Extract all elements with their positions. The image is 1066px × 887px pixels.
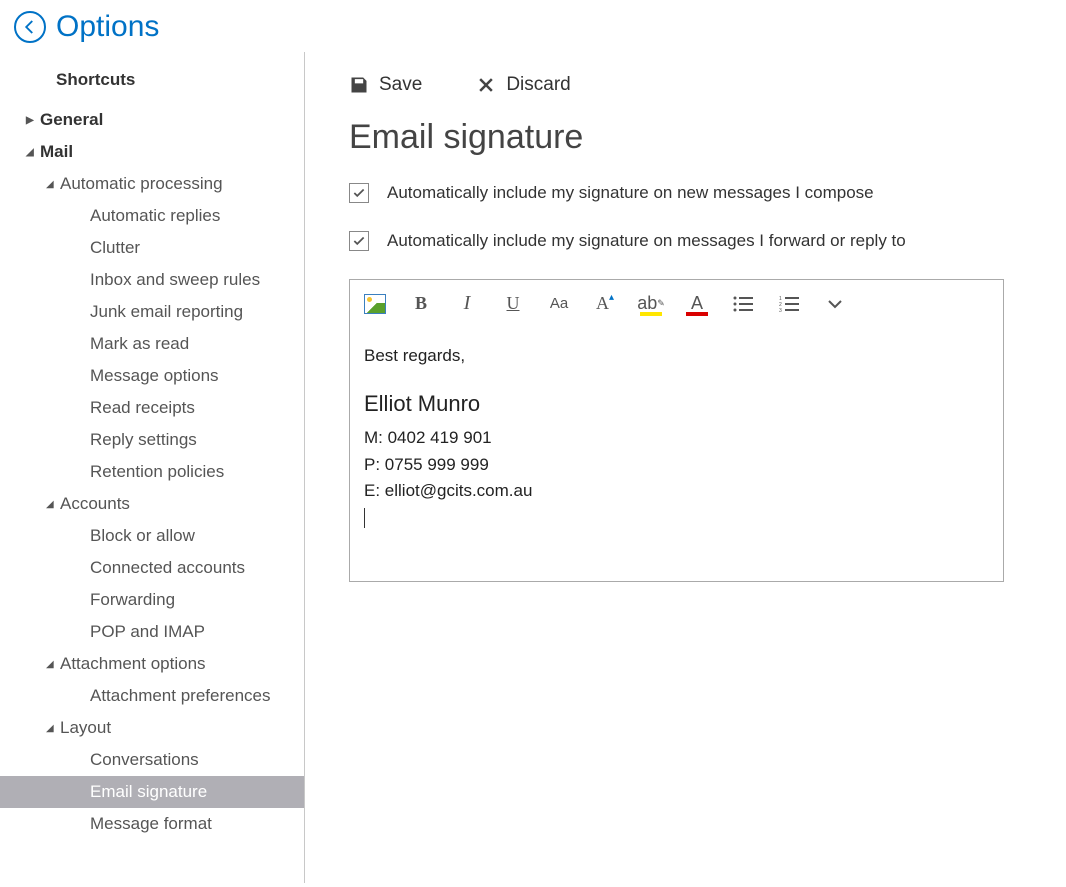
font-size-button[interactable]: A▴ — [594, 293, 616, 314]
number-list-icon: 123 — [779, 296, 799, 312]
discard-button[interactable]: Discard — [476, 74, 570, 96]
checkbox[interactable] — [349, 183, 369, 203]
save-button[interactable]: Save — [349, 74, 422, 96]
sidebar-shortcuts[interactable]: Shortcuts — [0, 70, 304, 90]
editor-toolbar: B I U Aa A▴ ab✎ A 123 — [350, 280, 1003, 325]
discard-label: Discard — [506, 74, 570, 96]
page-header-title: Options — [56, 10, 159, 44]
chevron-down-icon: ◢ — [46, 723, 58, 734]
sidebar-item-label: General — [40, 110, 103, 130]
sidebar-accounts[interactable]: ◢ Accounts — [0, 488, 304, 520]
main-content: Save Discard Email signature Automatical… — [305, 52, 1066, 883]
checkbox-include-reply: Automatically include my signature on me… — [349, 231, 1026, 251]
checkbox-label: Automatically include my signature on me… — [387, 231, 906, 251]
chevron-down-icon — [827, 299, 843, 309]
font-family-button[interactable]: Aa — [548, 295, 570, 312]
sidebar-item-label: Accounts — [60, 494, 130, 514]
page-title: Email signature — [349, 118, 1026, 157]
sidebar-item[interactable]: Inbox and sweep rules — [0, 264, 304, 296]
sidebar-item[interactable]: Clutter — [0, 232, 304, 264]
signature-name: Elliot Munro — [364, 387, 989, 421]
chevron-down-icon: ◢ — [46, 179, 58, 190]
text-cursor — [364, 508, 365, 528]
sidebar-item[interactable]: Automatic replies — [0, 200, 304, 232]
more-options-button[interactable] — [824, 299, 846, 309]
bullet-list-icon — [733, 296, 753, 312]
underline-button[interactable]: U — [502, 293, 524, 314]
sidebar-item[interactable]: Junk email reporting — [0, 296, 304, 328]
highlight-button[interactable]: ab✎ — [640, 293, 662, 314]
bullet-list-button[interactable] — [732, 296, 754, 312]
insert-image-button[interactable] — [364, 294, 386, 314]
sidebar-item-label: Attachment options — [60, 654, 206, 674]
number-list-button[interactable]: 123 — [778, 296, 800, 312]
sidebar-item[interactable]: Conversations — [0, 744, 304, 776]
save-icon — [349, 75, 369, 95]
sidebar-item-label: Layout — [60, 718, 111, 738]
chevron-down-icon: ◢ — [46, 659, 58, 670]
sidebar-item[interactable]: Mark as read — [0, 328, 304, 360]
sidebar-item[interactable]: Block or allow — [0, 520, 304, 552]
chevron-down-icon: ◢ — [26, 147, 38, 158]
sidebar-general[interactable]: ▶ General — [0, 104, 304, 136]
svg-text:3: 3 — [779, 308, 782, 312]
sidebar-item-label: Mail — [40, 142, 73, 162]
sidebar-item-email-signature[interactable]: Email signature — [0, 776, 304, 808]
checkbox[interactable] — [349, 231, 369, 251]
bold-button[interactable]: B — [410, 293, 432, 314]
sidebar-item[interactable]: Connected accounts — [0, 552, 304, 584]
sidebar-item[interactable]: Forwarding — [0, 584, 304, 616]
sidebar-mail[interactable]: ◢ Mail — [0, 136, 304, 168]
back-button[interactable] — [14, 11, 46, 43]
sidebar-layout[interactable]: ◢ Layout — [0, 712, 304, 744]
action-toolbar: Save Discard — [349, 74, 1026, 96]
signature-phone: P: 0755 999 999 — [364, 452, 989, 478]
sidebar-item[interactable]: POP and IMAP — [0, 616, 304, 648]
checkmark-icon — [352, 234, 366, 248]
sidebar-item[interactable]: Message format — [0, 808, 304, 840]
italic-button[interactable]: I — [456, 292, 478, 315]
sidebar: Shortcuts ▶ General ◢ Mail ◢ Automatic p… — [0, 52, 305, 883]
checkbox-label: Automatically include my signature on ne… — [387, 183, 874, 203]
sidebar-attachment[interactable]: ◢ Attachment options — [0, 648, 304, 680]
close-icon — [476, 75, 496, 95]
chevron-down-icon: ◢ — [46, 499, 58, 510]
chevron-right-icon: ▶ — [26, 115, 38, 126]
signature-greeting: Best regards, — [364, 343, 989, 369]
sidebar-item[interactable]: Retention policies — [0, 456, 304, 488]
sidebar-item[interactable]: Reply settings — [0, 424, 304, 456]
font-color-button[interactable]: A — [686, 293, 708, 314]
sidebar-item[interactable]: Read receipts — [0, 392, 304, 424]
signature-mobile: M: 0402 419 901 — [364, 425, 989, 451]
checkbox-include-new: Automatically include my signature on ne… — [349, 183, 1026, 203]
image-icon — [364, 294, 386, 314]
signature-text-area[interactable]: Best regards, Elliot Munro M: 0402 419 9… — [350, 325, 1003, 581]
signature-email: E: elliot@gcits.com.au — [364, 478, 989, 504]
options-header: Options — [0, 0, 1066, 52]
sidebar-auto-processing[interactable]: ◢ Automatic processing — [0, 168, 304, 200]
sidebar-item[interactable]: Attachment preferences — [0, 680, 304, 712]
sidebar-item-label: Automatic processing — [60, 174, 223, 194]
save-label: Save — [379, 74, 422, 96]
checkmark-icon — [352, 186, 366, 200]
sidebar-item[interactable]: Message options — [0, 360, 304, 392]
signature-editor: B I U Aa A▴ ab✎ A 123 Best regards, — [349, 279, 1004, 582]
